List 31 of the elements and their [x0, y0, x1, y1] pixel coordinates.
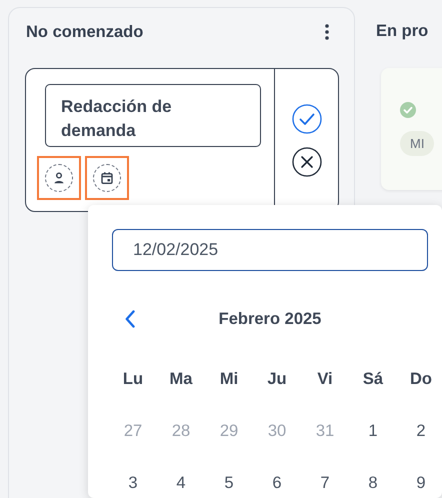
- day-cell[interactable]: 4: [157, 457, 205, 498]
- day-cell[interactable]: 8: [349, 457, 397, 498]
- weekday-label: Vi: [316, 368, 334, 390]
- column-title: No comenzado: [26, 22, 144, 42]
- month-title: Febrero 2025: [218, 310, 322, 328]
- weekday-label: Do: [409, 368, 433, 390]
- confirm-check-icon[interactable]: [292, 104, 322, 134]
- weekday-label: Sá: [362, 368, 384, 390]
- more-options-icon[interactable]: [325, 24, 329, 40]
- day-cell[interactable]: 6: [253, 457, 301, 498]
- day-cell[interactable]: 3: [109, 457, 157, 498]
- cancel-close-icon[interactable]: [292, 147, 322, 177]
- weekday-label: Lu: [122, 368, 144, 390]
- day-cell[interactable]: 9: [397, 457, 442, 498]
- calendar-icon: [100, 171, 114, 185]
- task-card[interactable]: MI: [381, 68, 442, 190]
- weekday-label: Ju: [266, 368, 288, 390]
- date-input-field[interactable]: 12/02/2025: [112, 229, 428, 271]
- set-date-button[interactable]: [85, 156, 129, 200]
- day-cell[interactable]: 1: [349, 405, 397, 457]
- day-cell[interactable]: 2: [397, 405, 442, 457]
- day-cell[interactable]: 5: [205, 457, 253, 498]
- previous-month-chevron-icon[interactable]: [125, 310, 135, 328]
- weekday-label: Mi: [218, 368, 240, 390]
- title-field[interactable]: Redacción de demanda: [45, 84, 261, 147]
- column-title: En pro: [376, 22, 428, 40]
- weekday-label: Ma: [168, 368, 194, 390]
- avatar-chip: MI: [400, 131, 434, 156]
- day-cell[interactable]: 7: [301, 457, 349, 498]
- person-icon: [52, 171, 66, 185]
- assign-person-button[interactable]: [37, 156, 81, 200]
